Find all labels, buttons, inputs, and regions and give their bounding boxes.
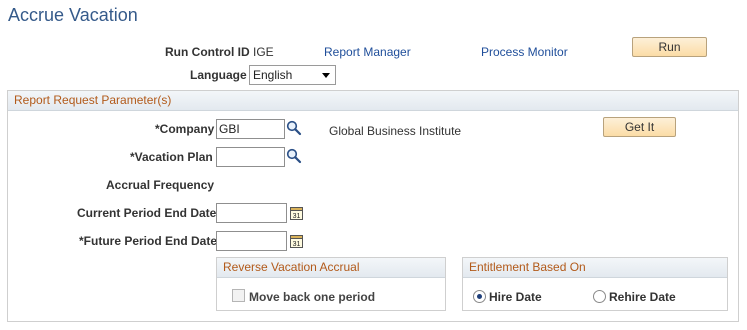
rehire-date-label: Rehire Date — [609, 290, 676, 304]
run-control-id-label: Run Control ID — [165, 45, 250, 59]
language-select[interactable]: English — [249, 65, 336, 85]
chevron-down-icon — [322, 73, 330, 78]
vacation-plan-label: *Vacation Plan — [130, 150, 213, 164]
language-label: Language — [190, 68, 247, 82]
entitlement-based-on-header: Entitlement Based On — [463, 258, 727, 278]
calendar-icon[interactable]: 31 — [290, 206, 303, 223]
rehire-date-radio[interactable] — [593, 290, 606, 303]
hire-date-label: Hire Date — [489, 290, 542, 304]
calendar-day-text: 31 — [293, 213, 301, 220]
section-header: Report Request Parameter(s) — [8, 91, 738, 111]
future-period-end-date-input[interactable] — [216, 231, 287, 251]
current-period-end-date-label: Current Period End Date — [77, 206, 217, 220]
run-control-id-value: IGE — [253, 45, 274, 59]
future-period-end-date-label: *Future Period End Date — [79, 234, 218, 248]
page-title: Accrue Vacation — [8, 5, 138, 25]
company-input[interactable] — [216, 119, 285, 139]
current-period-end-date-input[interactable] — [216, 203, 287, 223]
move-back-one-period-label: Move back one period — [249, 290, 376, 304]
vacation-plan-input[interactable] — [216, 147, 285, 167]
calendar-day-text: 31 — [293, 241, 301, 248]
language-select-value: English — [253, 68, 293, 82]
accrual-frequency-label: Accrual Frequency — [106, 178, 215, 192]
calendar-icon[interactable]: 31 — [290, 234, 303, 251]
company-description: Global Business Institute — [329, 124, 462, 138]
process-monitor-link[interactable]: Process Monitor — [481, 45, 568, 59]
reverse-vacation-accrual-header: Reverse Vacation Accrual — [217, 258, 445, 278]
get-it-button[interactable]: Get It — [603, 117, 676, 137]
report-manager-link[interactable]: Report Manager — [324, 45, 411, 59]
search-icon[interactable] — [286, 148, 302, 164]
hire-date-radio[interactable] — [473, 290, 486, 303]
company-label: *Company — [155, 122, 215, 136]
run-button[interactable]: Run — [632, 37, 707, 57]
search-icon[interactable] — [286, 120, 302, 136]
move-back-one-period-checkbox[interactable] — [232, 289, 245, 302]
